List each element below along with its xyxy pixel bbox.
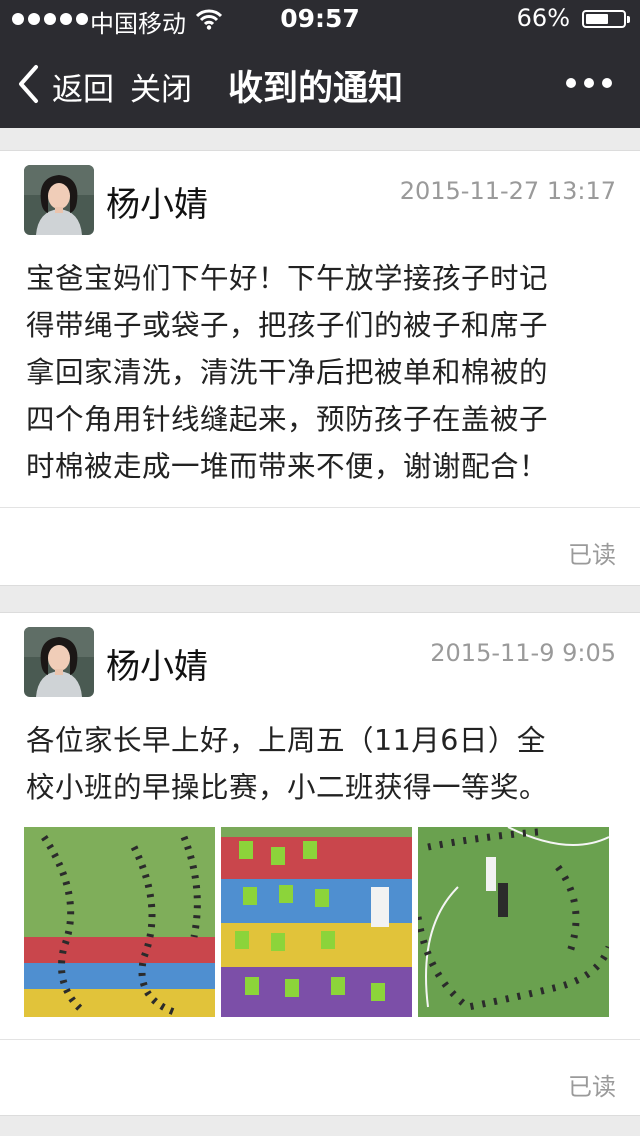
notification-message: 宝爸宝妈们下午好！下午放学接孩子时记 得带绳子或袋子，把孩子们的被子和席子 拿回…	[26, 255, 616, 490]
back-button[interactable]: 返回	[52, 64, 114, 109]
message-line: 校小班的早操比赛，小二班获得一等奖。	[26, 771, 549, 804]
battery-icon	[582, 10, 630, 28]
notification-date: 2015-11-27 13:17	[399, 177, 616, 205]
chevron-left-icon[interactable]	[16, 64, 40, 108]
divider	[0, 507, 640, 508]
divider	[0, 1039, 640, 1040]
avatar	[24, 627, 94, 697]
top-bar: 中国移动 09:57 66% 返回 关闭 收到的通知	[0, 0, 640, 128]
message-line: 时棉被走成一堆而带来不便，谢谢配合！	[26, 450, 549, 483]
notification-message: 各位家长早上好，上周五（11月6日）全 校小班的早操比赛，小二班获得一等奖。	[26, 717, 616, 811]
message-line: 各位家长早上好，上周五（11月6日）全	[26, 724, 546, 757]
message-line: 四个角用针线缝起来，预防孩子在盖被子	[26, 403, 549, 436]
sender-name: 杨小婧	[106, 647, 208, 687]
photo-thumbnail[interactable]	[418, 827, 609, 1017]
notification-card: 杨小婧 2015-11-9 9:05 各位家长早上好，上周五（11月6日）全 校…	[0, 612, 640, 1116]
more-options-icon[interactable]	[566, 78, 612, 88]
notification-date: 2015-11-9 9:05	[430, 639, 616, 667]
page-title: 收到的通知	[228, 69, 404, 109]
status-bar: 中国移动 09:57 66%	[0, 0, 640, 40]
avatar	[24, 165, 94, 235]
nav-bar: 返回 关闭 收到的通知	[0, 40, 640, 128]
photo-thumbnail[interactable]	[221, 827, 412, 1017]
photo-thumbnail[interactable]	[24, 827, 215, 1017]
message-line: 宝爸宝妈们下午好！下午放学接孩子时记	[26, 262, 549, 295]
battery-percent: 66%	[516, 4, 570, 32]
message-line: 拿回家清洗，清洗干净后把被单和棉被的	[26, 356, 549, 389]
photo-grid	[24, 827, 609, 1017]
sender-name: 杨小婧	[106, 185, 208, 225]
read-status: 已读	[568, 541, 616, 569]
read-status: 已读	[568, 1073, 616, 1101]
notification-card: 杨小婧 2015-11-27 13:17 宝爸宝妈们下午好！下午放学接孩子时记 …	[0, 150, 640, 586]
close-button[interactable]: 关闭	[130, 64, 192, 109]
message-line: 得带绳子或袋子，把孩子们的被子和席子	[26, 309, 549, 342]
